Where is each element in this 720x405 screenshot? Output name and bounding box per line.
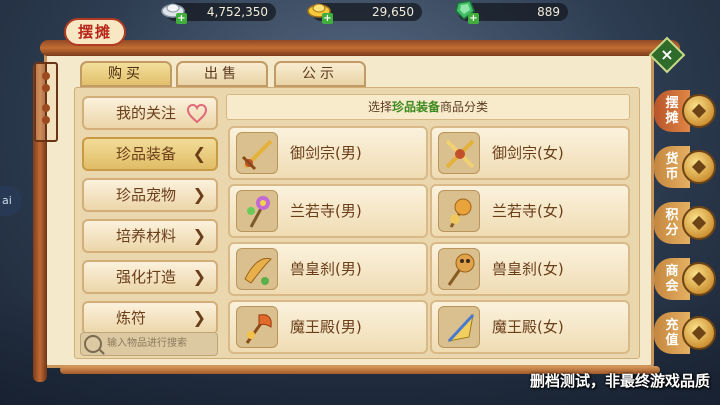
category-rare-equipment[interactable]: 珍品装备 ❮ <box>82 137 218 171</box>
tab-buy[interactable]: 购买 <box>80 61 172 87</box>
item-label: 兰若寺(男) <box>290 202 362 220</box>
item-label: 兽皇刹(男) <box>290 260 362 278</box>
item-card[interactable]: 兰若寺(男) <box>228 184 428 238</box>
side-tab-label: 商会 <box>665 264 679 294</box>
side-tab-label: 充值 <box>665 318 679 348</box>
demon-axe-icon <box>236 306 278 348</box>
chevron-right-icon: ❯ <box>192 185 206 204</box>
add-gold-button[interactable]: + <box>322 13 333 24</box>
abacus-icon <box>34 62 58 142</box>
category-list: 我的关注 珍品装备 ❮ 珍品宠物 ❯ 培养材料 ❯ 强化打造 ❯ 炼符 ❯ <box>78 92 224 332</box>
item-label: 御剑宗(女) <box>492 144 564 162</box>
item-card[interactable]: 御剑宗(女) <box>430 126 630 180</box>
category-label: 我的关注 <box>116 104 177 122</box>
gold-amount: 29,650 <box>372 5 414 19</box>
category-rare-pets[interactable]: 珍品宠物 ❯ <box>82 178 218 212</box>
search-input[interactable]: 输入物品进行搜索 <box>80 332 218 356</box>
side-tab-coin-icon <box>682 206 716 240</box>
category-label: 强化打造 <box>116 268 177 286</box>
side-tab-label: 积分 <box>665 208 679 238</box>
scroll-top-rod <box>40 40 680 56</box>
category-watchlist[interactable]: 我的关注 <box>82 96 218 130</box>
item-card[interactable]: 魔王殿(男) <box>228 300 428 354</box>
category-label: 珍品宠物 <box>116 186 177 204</box>
crossed-swords-icon <box>438 132 480 174</box>
category-label: 炼符 <box>116 309 147 327</box>
side-tab-label: 摆摊 <box>665 96 679 126</box>
close-icon: × <box>660 45 674 64</box>
currency-silver: + 4,752,350 <box>161 3 276 24</box>
tab-notice[interactable]: 公示 <box>274 61 366 87</box>
item-card[interactable]: 魔王殿(女) <box>430 300 630 354</box>
side-chat-bubble[interactable]: ai <box>0 186 22 216</box>
heart-icon <box>186 103 208 125</box>
chevron-left-icon: ❮ <box>192 144 206 163</box>
chevron-right-icon: ❯ <box>192 267 206 286</box>
side-tab-label: 货币 <box>665 152 679 182</box>
category-label: 培养材料 <box>116 227 177 245</box>
category-label: 珍品装备 <box>116 145 177 163</box>
search-icon <box>84 335 102 353</box>
lantern-staff-icon <box>438 190 480 232</box>
chevron-right-icon: ❯ <box>192 308 206 327</box>
test-watermark: 删档测试，非最终游戏品质 <box>529 372 710 390</box>
page-title: 摆摊 <box>64 18 126 46</box>
item-label: 魔王殿(男) <box>290 318 362 336</box>
silver-amount: 4,752,350 <box>206 5 268 19</box>
header-suffix: 商品分类 <box>440 100 489 114</box>
beast-mace-icon <box>438 248 480 290</box>
item-card[interactable]: 兽皇刹(男) <box>228 242 428 296</box>
search-placeholder: 输入物品进行搜索 <box>107 338 187 349</box>
category-materials[interactable]: 培养材料 ❯ <box>82 219 218 253</box>
side-tab-coin-icon <box>682 316 716 350</box>
side-tab-coin-icon <box>682 94 716 128</box>
jade-amount: 889 <box>537 5 560 19</box>
beast-blade-icon <box>236 248 278 290</box>
category-header: 选择珍品装备商品分类 <box>226 94 630 120</box>
item-label: 御剑宗(男) <box>290 144 362 162</box>
currency-jade: + 889 <box>455 0 568 24</box>
demon-fan-icon <box>438 306 480 348</box>
chevron-right-icon: ❯ <box>192 226 206 245</box>
item-label: 兽皇刹(女) <box>492 260 564 278</box>
item-card[interactable]: 兽皇刹(女) <box>430 242 630 296</box>
currency-gold: + 29,650 <box>307 3 422 24</box>
side-tab-coin-icon <box>682 262 716 296</box>
flower-staff-icon <box>236 190 278 232</box>
tab-sell[interactable]: 出售 <box>176 61 268 87</box>
item-label: 兰若寺(女) <box>492 202 564 220</box>
side-tab-coin-icon <box>682 150 716 184</box>
category-talisman[interactable]: 炼符 ❯ <box>82 301 218 332</box>
sword-icon <box>236 132 278 174</box>
item-label: 魔王殿(女) <box>492 318 564 336</box>
header-highlight: 珍品装备 <box>391 100 440 114</box>
item-card[interactable]: 兰若寺(女) <box>430 184 630 238</box>
category-forging[interactable]: 强化打造 ❯ <box>82 260 218 294</box>
item-card[interactable]: 御剑宗(男) <box>228 126 428 180</box>
add-silver-button[interactable]: + <box>176 13 187 24</box>
add-jade-button[interactable]: + <box>468 13 479 24</box>
header-prefix: 选择 <box>367 100 392 114</box>
